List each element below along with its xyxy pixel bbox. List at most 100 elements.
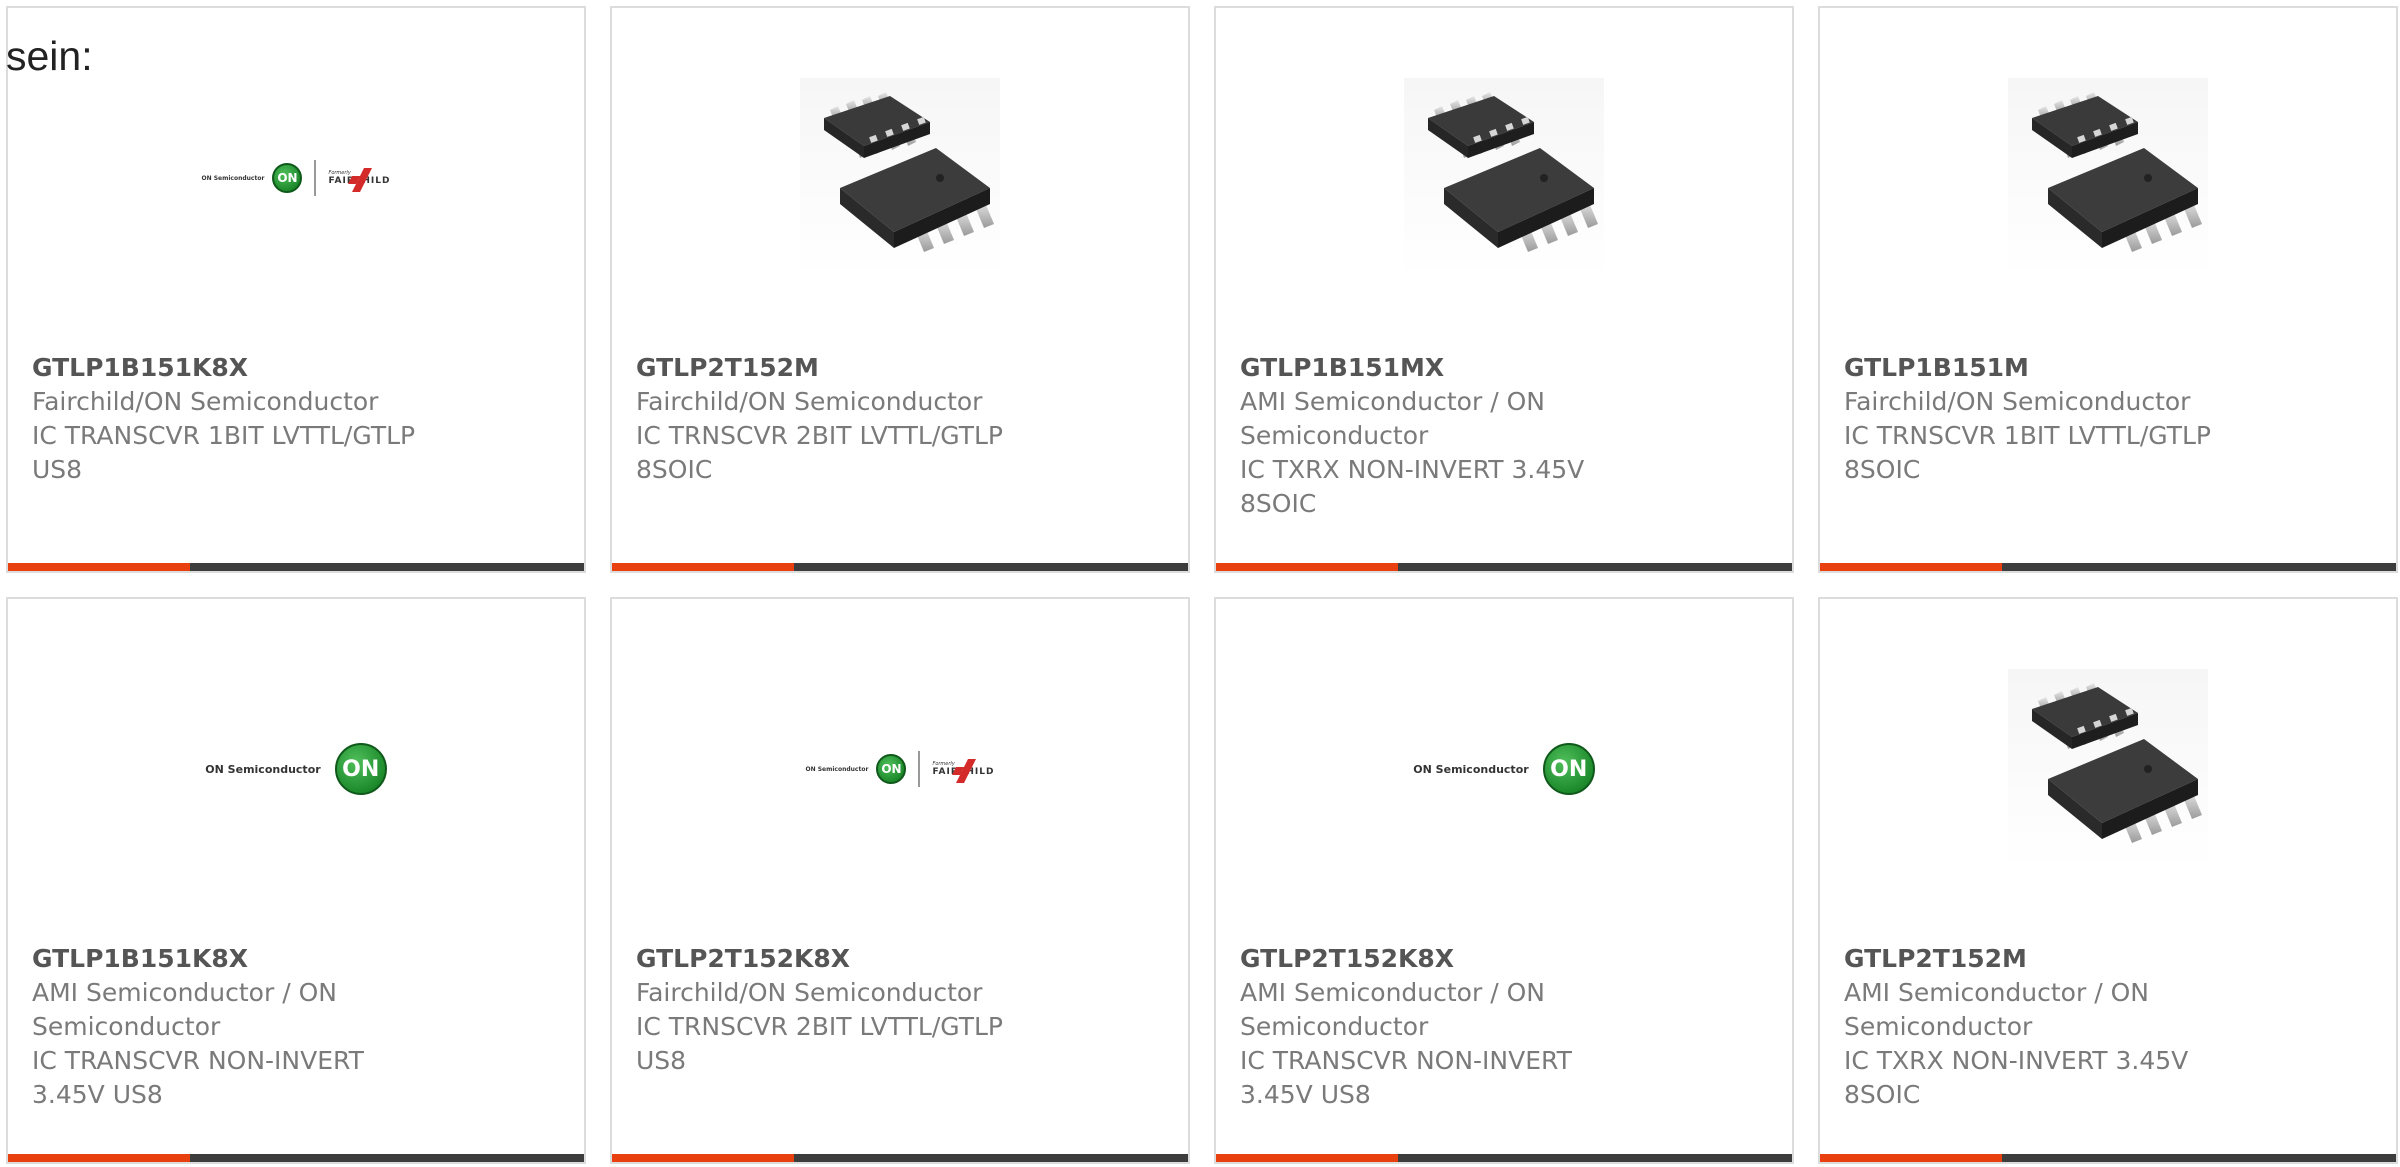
part-number[interactable]: GTLP1B151M bbox=[1844, 351, 2264, 385]
product-description: 8SOIC bbox=[1240, 489, 1317, 518]
product-image[interactable]: ON Semiconductor ON Formerly FAIRCHILD bbox=[612, 659, 1188, 879]
product-image[interactable] bbox=[1216, 68, 1792, 288]
product-description: US8 bbox=[636, 1046, 687, 1075]
manufacturer-name: Semiconductor bbox=[1844, 1012, 2033, 1041]
manufacturer-name: AMI Semiconductor / ON bbox=[32, 978, 337, 1007]
logo-divider bbox=[314, 160, 317, 196]
product-card[interactable]: GTLP1B151M Fairchild/ON Semiconductor IC T… bbox=[1818, 6, 2398, 573]
product-image[interactable]: ON Semiconductor ON bbox=[8, 659, 584, 879]
product-card[interactable]: GTLP2T152M Fairchild/ON Semiconductor IC T… bbox=[610, 6, 1190, 573]
part-number[interactable]: GTLP1B151MX bbox=[1240, 351, 1660, 385]
product-description: IC TRANSCVR NON-INVERT bbox=[32, 1046, 364, 1075]
product-card[interactable]: ON Semiconductor ON Formerly FAIRCHILD G… bbox=[6, 6, 586, 573]
product-card[interactable]: GTLP1B151MX AMI Semiconductor / ON Semicon… bbox=[1214, 6, 1794, 573]
product-description: 8SOIC bbox=[1844, 1080, 1921, 1109]
product-image[interactable]: ON Semiconductor ON bbox=[1216, 659, 1792, 879]
fairchild-wordmark: FAIRCHILD bbox=[328, 168, 390, 192]
product-card[interactable]: ON Semiconductor ON Formerly FAIRCHILD G… bbox=[610, 597, 1190, 1164]
manufacturer-name: Semiconductor bbox=[1240, 421, 1429, 450]
part-number[interactable]: GTLP2T152K8X bbox=[636, 942, 1056, 976]
part-number[interactable]: GTLP1B151K8X bbox=[32, 942, 452, 976]
product-description: 8SOIC bbox=[636, 455, 713, 484]
card-accent-bar bbox=[1820, 1154, 2002, 1162]
fairchild-slash-icon bbox=[952, 759, 977, 783]
product-info: GTLP1B151K8X Fairchild/ON Semiconductor IC… bbox=[32, 351, 452, 487]
on-badge-icon: ON bbox=[1542, 743, 1595, 795]
product-description: IC TRNSCVR 2BIT LVTTL/GTLP bbox=[636, 1012, 1004, 1041]
product-image[interactable] bbox=[1820, 659, 2396, 879]
part-number[interactable]: GTLP2T152M bbox=[1844, 942, 2264, 976]
on-semiconductor-logo: ON Semiconductor ON bbox=[1413, 743, 1595, 795]
product-info: GTLP1B151MX AMI Semiconductor / ON Semicon… bbox=[1240, 351, 1660, 521]
product-description: 3.45V US8 bbox=[32, 1080, 163, 1109]
card-bottom-bar bbox=[1216, 563, 1792, 571]
product-description: IC TRANSCVR 1BIT LVTTL/GTLP bbox=[32, 421, 416, 450]
card-bottom-bar bbox=[1820, 563, 2396, 571]
product-info: GTLP2T152M AMI Semiconductor / ON Semicond… bbox=[1844, 942, 2264, 1112]
fairchild-slash-icon bbox=[348, 168, 373, 192]
intro-text: sein: bbox=[6, 33, 93, 79]
card-bottom-bar bbox=[612, 563, 1188, 571]
card-accent-bar bbox=[612, 1154, 794, 1162]
part-number[interactable]: GTLP2T152K8X bbox=[1240, 942, 1660, 976]
product-info: GTLP2T152K8X Fairchild/ON Semiconductor IC… bbox=[636, 942, 1056, 1078]
card-accent-bar bbox=[1216, 563, 1398, 571]
product-image[interactable]: ON Semiconductor ON Formerly FAIRCHILD bbox=[8, 68, 584, 288]
on-semiconductor-wordmark: ON Semiconductor bbox=[205, 762, 321, 776]
card-bottom-bar bbox=[1216, 1154, 1792, 1162]
soic8-chip-image bbox=[2008, 78, 2208, 278]
card-bottom-bar bbox=[8, 1154, 584, 1162]
product-card[interactable]: ON Semiconductor ON GTLP1B151K8X AMI Semi… bbox=[6, 597, 586, 1164]
product-info: GTLP1B151M Fairchild/ON Semiconductor IC T… bbox=[1844, 351, 2264, 487]
soic8-chip-image bbox=[800, 78, 1000, 278]
card-accent-bar bbox=[1216, 1154, 1398, 1162]
card-bottom-bar bbox=[612, 1154, 1188, 1162]
soic8-chip-image bbox=[1404, 78, 1604, 278]
logo-divider bbox=[918, 751, 921, 787]
on-badge-icon: ON bbox=[272, 163, 303, 193]
fairchild-logo: Formerly FAIRCHILD bbox=[932, 759, 994, 783]
product-description: IC TRNSCVR 1BIT LVTTL/GTLP bbox=[1844, 421, 2212, 450]
product-grid: ON Semiconductor ON Formerly FAIRCHILD G… bbox=[6, 6, 2400, 1164]
manufacturer-name: Fairchild/ON Semiconductor bbox=[1844, 387, 2191, 416]
product-card[interactable]: ON Semiconductor ON GTLP2T152K8X AMI Semi… bbox=[1214, 597, 1794, 1164]
manufacturer-name: AMI Semiconductor / ON bbox=[1240, 978, 1545, 1007]
on-badge-icon: ON bbox=[876, 754, 907, 784]
on-badge-icon: ON bbox=[334, 743, 387, 795]
on-fairchild-logo: ON Semiconductor ON Formerly FAIRCHILD bbox=[202, 160, 391, 196]
card-accent-bar bbox=[612, 563, 794, 571]
product-description: 3.45V US8 bbox=[1240, 1080, 1371, 1109]
card-accent-bar bbox=[8, 563, 190, 571]
manufacturer-name: Semiconductor bbox=[32, 1012, 221, 1041]
manufacturer-name: AMI Semiconductor / ON bbox=[1240, 387, 1545, 416]
product-description: IC TXRX NON-INVERT 3.45V bbox=[1240, 455, 1585, 484]
on-semiconductor-wordmark: ON Semiconductor bbox=[201, 174, 265, 182]
part-number[interactable]: GTLP1B151K8X bbox=[32, 351, 452, 385]
card-accent-bar bbox=[1820, 563, 2002, 571]
product-card[interactable]: GTLP2T152M AMI Semiconductor / ON Semicond… bbox=[1818, 597, 2398, 1164]
product-description: IC TXRX NON-INVERT 3.45V bbox=[1844, 1046, 2189, 1075]
manufacturer-name: Fairchild/ON Semiconductor bbox=[32, 387, 379, 416]
product-image[interactable] bbox=[1820, 68, 2396, 288]
soic8-chip-image bbox=[2008, 669, 2208, 869]
product-image[interactable] bbox=[612, 68, 1188, 288]
manufacturer-name: AMI Semiconductor / ON bbox=[1844, 978, 2149, 1007]
manufacturer-name: Semiconductor bbox=[1240, 1012, 1429, 1041]
card-bottom-bar bbox=[8, 563, 584, 571]
on-semiconductor-wordmark: ON Semiconductor bbox=[805, 765, 869, 773]
product-description: IC TRANSCVR NON-INVERT bbox=[1240, 1046, 1572, 1075]
fairchild-logo: Formerly FAIRCHILD bbox=[328, 168, 390, 192]
manufacturer-name: Fairchild/ON Semiconductor bbox=[636, 978, 983, 1007]
product-info: GTLP2T152M Fairchild/ON Semiconductor IC T… bbox=[636, 351, 1056, 487]
card-accent-bar bbox=[8, 1154, 190, 1162]
part-number[interactable]: GTLP2T152M bbox=[636, 351, 1056, 385]
on-fairchild-logo: ON Semiconductor ON Formerly FAIRCHILD bbox=[806, 751, 995, 787]
on-semiconductor-logo: ON Semiconductor ON bbox=[205, 743, 387, 795]
on-semiconductor-wordmark: ON Semiconductor bbox=[1413, 762, 1529, 776]
product-info: GTLP2T152K8X AMI Semiconductor / ON Semico… bbox=[1240, 942, 1660, 1112]
product-description: IC TRNSCVR 2BIT LVTTL/GTLP bbox=[636, 421, 1004, 450]
product-description: 8SOIC bbox=[1844, 455, 1921, 484]
manufacturer-name: Fairchild/ON Semiconductor bbox=[636, 387, 983, 416]
product-info: GTLP1B151K8X AMI Semiconductor / ON Semico… bbox=[32, 942, 452, 1112]
fairchild-wordmark: FAIRCHILD bbox=[932, 759, 994, 783]
